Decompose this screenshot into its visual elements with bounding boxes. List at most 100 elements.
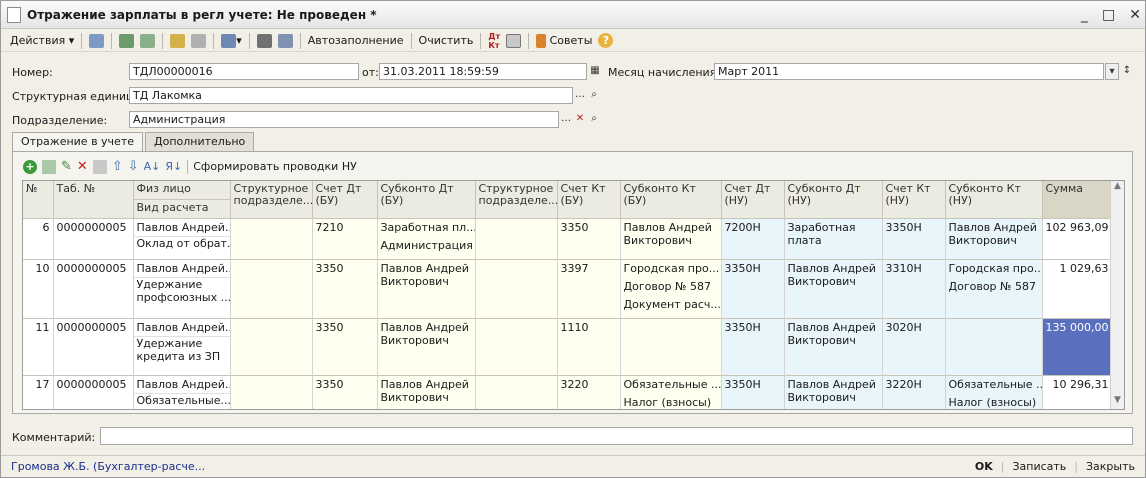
row-dept-kt[interactable]	[475, 259, 558, 319]
row-dt-nu[interactable]: 7200Н	[721, 218, 785, 260]
number-field[interactable]: ТДЛ00000016	[129, 63, 359, 80]
sort-desc-icon[interactable]: Я↓	[165, 160, 182, 173]
row-kt-nu[interactable]: 3220Н	[882, 375, 946, 409]
row-dept-dt[interactable]	[230, 375, 313, 409]
responsible-user[interactable]: Громова Ж.Б. (Бухгалтер-расче...	[11, 460, 205, 473]
row-kt-bu[interactable]: 3350	[557, 218, 621, 260]
row-sub-kt-bu[interactable]	[620, 318, 722, 376]
row-sub-dt-bu[interactable]: Павлов Андрей Викторович	[377, 318, 476, 376]
row-kt-nu[interactable]: 3310Н	[882, 259, 946, 319]
row-dept-kt[interactable]	[475, 318, 558, 376]
help-button[interactable]: ?	[595, 31, 616, 51]
create-based-button[interactable]	[167, 31, 188, 51]
row-sub-dt-nu[interactable]: Павлов Андрей Викторович	[784, 375, 883, 409]
structure-button[interactable]	[188, 31, 209, 51]
table-row[interactable]: 6 0000000005 Павлов Андрей... Оклад от обра…	[23, 218, 1113, 260]
row-dept-dt[interactable]	[230, 318, 313, 376]
table-row[interactable]: 10 0000000005 Павлов Андрей... Удержание про…	[23, 259, 1113, 319]
row-dt-bu[interactable]: 7210	[312, 218, 378, 260]
tab-accounting[interactable]: Отражение в учете	[12, 132, 144, 152]
row-sub-dt-bu[interactable]: Павлов Андрей Викторович	[377, 375, 476, 409]
row-person[interactable]: Павлов Андрей... Оклад от обрат...	[133, 218, 231, 260]
col-header-sub-kt-nu[interactable]: Субконто Кт (НУ)	[945, 181, 1043, 219]
print-button[interactable]	[503, 31, 524, 51]
col-header-dept-dt[interactable]: Структурное подразделе...	[230, 181, 313, 219]
date-field[interactable]: 31.03.2011 18:59:59	[379, 63, 587, 80]
row-kt-bu[interactable]: 3397	[557, 259, 621, 319]
row-sub-kt-nu[interactable]	[945, 318, 1043, 376]
col-header-dt-nu[interactable]: Счет Дт (НУ)	[721, 181, 785, 219]
actions-menu[interactable]: Действия ▾	[7, 31, 77, 51]
col-header-num[interactable]: №	[23, 181, 54, 219]
row-num[interactable]: 6	[23, 218, 54, 260]
save-button[interactable]: Записать	[1012, 460, 1066, 473]
row-tab-num[interactable]: 0000000005	[53, 259, 134, 319]
row-sub-dt-bu[interactable]: Павлов Андрей Викторович	[377, 259, 476, 319]
col-header-sub-dt-nu[interactable]: Субконто Дт (НУ)	[784, 181, 883, 219]
row-dt-nu[interactable]: 3350Н	[721, 259, 785, 319]
tab-additional[interactable]: Дополнительно	[145, 132, 255, 151]
col-header-dt-bu[interactable]: Счет Дт (БУ)	[312, 181, 378, 219]
unit-select-icon[interactable]: …	[573, 87, 587, 104]
table-row[interactable]: 11 0000000005 Павлов Андрей... Удержание кре…	[23, 318, 1113, 376]
post-button[interactable]	[116, 31, 137, 51]
row-dept-kt[interactable]	[475, 218, 558, 260]
row-num[interactable]: 10	[23, 259, 54, 319]
col-header-tab-num[interactable]: Таб. №	[53, 181, 134, 219]
row-num[interactable]: 17	[23, 375, 54, 409]
settings-list-button[interactable]	[275, 31, 296, 51]
row-sum[interactable]: 135 000,00	[1042, 318, 1113, 376]
col-header-sub-dt-bu[interactable]: Субконто Дт (БУ)	[377, 181, 476, 219]
row-dt-bu[interactable]: 3350	[312, 318, 378, 376]
tips-button[interactable]: Советы	[533, 31, 595, 51]
row-tab-num[interactable]: 0000000005	[53, 218, 134, 260]
col-header-sub-kt-bu[interactable]: Субконто Кт (БУ)	[620, 181, 722, 219]
row-sub-kt-nu[interactable]: Павлов Андрей Викторович	[945, 218, 1043, 260]
calendar-icon[interactable]: ▦	[588, 63, 602, 80]
row-dept-dt[interactable]	[230, 218, 313, 260]
scroll-down-icon[interactable]: ▼	[1111, 395, 1124, 409]
row-dept-dt[interactable]	[230, 259, 313, 319]
col-header-kt-nu[interactable]: Счет Кт (НУ)	[882, 181, 946, 219]
row-sub-kt-bu[interactable]: Обязательные ... Налог (взносы)	[620, 375, 722, 409]
row-person[interactable]: Павлов Андрей... Обязательные...	[133, 375, 231, 409]
dept-select-icon[interactable]: …	[559, 111, 573, 128]
add-icon[interactable]: +	[23, 159, 37, 174]
table-scrollbar[interactable]: ▲ ▼	[1110, 181, 1124, 409]
row-kt-nu[interactable]: 3350Н	[882, 218, 946, 260]
move-down-icon[interactable]: ⇩	[128, 159, 139, 174]
row-dt-nu[interactable]: 3350Н	[721, 318, 785, 376]
row-sum[interactable]: 102 963,09	[1042, 218, 1113, 260]
row-sub-dt-nu[interactable]: Павлов Андрей Викторович	[784, 318, 883, 376]
month-field[interactable]: Март 2011	[714, 63, 1104, 80]
comment-field[interactable]	[100, 427, 1133, 445]
row-dt-bu[interactable]: 3350	[312, 375, 378, 409]
scroll-up-icon[interactable]: ▲	[1111, 181, 1124, 195]
unit-search-icon[interactable]: ⌕	[587, 87, 601, 104]
copy-icon[interactable]	[42, 159, 56, 174]
row-sub-kt-bu[interactable]: Павлов Андрей Викторович	[620, 218, 722, 260]
row-kt-bu[interactable]: 3220	[557, 375, 621, 409]
col-header-sum[interactable]: Сумма	[1042, 181, 1113, 219]
refresh-button[interactable]	[137, 31, 158, 51]
minimize-button[interactable]: _	[1081, 7, 1088, 23]
unit-field[interactable]: ТД Лакомка	[129, 87, 573, 104]
ok-button[interactable]: OK	[975, 460, 993, 473]
generate-nu-button[interactable]: Сформировать проводки НУ	[193, 160, 357, 173]
month-stepper[interactable]: ↕	[1120, 63, 1134, 80]
dept-field[interactable]: Администрация	[129, 111, 559, 128]
row-sub-kt-nu[interactable]: Обязательные ... Налог (взносы)	[945, 375, 1043, 409]
dept-search-icon[interactable]: ⌕	[587, 111, 601, 128]
row-dt-nu[interactable]: 3350Н	[721, 375, 785, 409]
row-sub-dt-bu[interactable]: Заработная пл... Администрация	[377, 218, 476, 260]
autofill-button[interactable]: Автозаполнение	[305, 31, 407, 51]
month-dropdown-icon[interactable]: ▾	[1105, 63, 1119, 80]
col-header-person[interactable]: Физ лицо Вид расчета	[133, 181, 231, 219]
row-kt-bu[interactable]: 1110	[557, 318, 621, 376]
edit-icon[interactable]: ✎	[61, 159, 72, 174]
goto-button[interactable]: ▾	[218, 31, 245, 51]
dept-clear-icon[interactable]: ✕	[573, 111, 587, 128]
row-person[interactable]: Павлов Андрей... Удержание кредита из ЗП	[133, 318, 231, 376]
row-num[interactable]: 11	[23, 318, 54, 376]
row-sub-dt-nu[interactable]: Павлов Андрей Викторович	[784, 259, 883, 319]
